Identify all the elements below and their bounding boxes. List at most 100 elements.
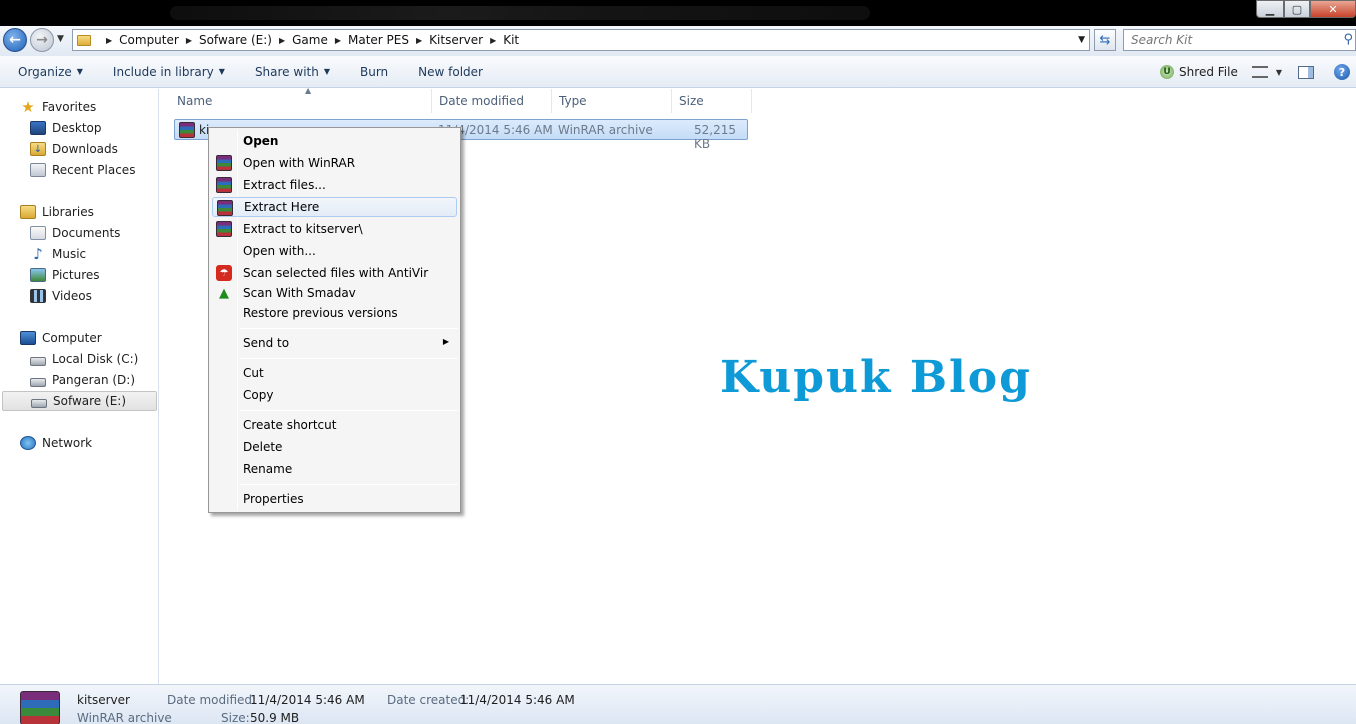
winrar-icon bbox=[216, 221, 232, 237]
menu-label: Extract files... bbox=[243, 178, 326, 192]
menu-item-restore-previous-versions[interactable]: Restore previous versions bbox=[212, 303, 457, 323]
nav-downloads[interactable]: ↓ Downloads bbox=[0, 139, 118, 159]
column-label: Size bbox=[679, 94, 704, 108]
share-with-button[interactable]: Share with ▼ bbox=[255, 65, 330, 79]
organize-button[interactable]: Organize ▼ bbox=[18, 65, 83, 79]
new-folder-label: New folder bbox=[418, 64, 483, 79]
new-folder-button[interactable]: New folder bbox=[418, 65, 483, 79]
menu-item-extract-files[interactable]: Extract files... bbox=[212, 175, 457, 195]
arrow-left-icon: ← bbox=[9, 32, 21, 48]
preview-pane-icon[interactable] bbox=[1298, 65, 1314, 79]
menu-item-delete[interactable]: Delete bbox=[212, 437, 457, 457]
details-size-label: Size: bbox=[221, 711, 250, 724]
shred-icon: U bbox=[1160, 65, 1175, 79]
network-icon bbox=[20, 436, 36, 450]
nav-label: Recent Places bbox=[52, 163, 136, 177]
include-in-library-label: Include in library bbox=[112, 64, 214, 79]
menu-item-open-with[interactable]: Open with... bbox=[212, 241, 457, 261]
menu-item-extract-here[interactable]: Extract Here bbox=[212, 197, 457, 217]
submenu-arrow-icon: ▶ bbox=[442, 337, 449, 346]
address-history-dropdown[interactable]: ▼ bbox=[1078, 35, 1085, 45]
menu-item-extract-to[interactable]: Extract to kitserver\ bbox=[212, 219, 457, 239]
nav-computer[interactable]: Computer bbox=[0, 328, 102, 348]
menu-item-create-shortcut[interactable]: Create shortcut bbox=[212, 415, 457, 435]
help-icon[interactable]: ? bbox=[1334, 64, 1350, 80]
downloads-icon: ↓ bbox=[30, 142, 46, 156]
column-label: Name bbox=[177, 94, 213, 108]
view-options-dropdown[interactable]: ▼ bbox=[1276, 68, 1282, 77]
caret-down-icon: ▼ bbox=[76, 67, 83, 76]
file-type: WinRAR archive bbox=[558, 123, 653, 137]
search-icon[interactable]: ⚲ bbox=[1343, 32, 1353, 47]
documents-icon bbox=[30, 226, 46, 240]
hard-drive-icon bbox=[30, 377, 46, 387]
nav-documents[interactable]: Documents bbox=[0, 223, 120, 243]
breadcrumb: ▶ Computer ▶ Sofware (E:) ▶ Game ▶ Mater… bbox=[99, 33, 519, 47]
nav-network[interactable]: Network bbox=[0, 433, 92, 453]
chevron-right-icon[interactable]: ▶ bbox=[186, 36, 192, 45]
change-view-icon[interactable] bbox=[1251, 66, 1268, 78]
column-header-size[interactable]: Size bbox=[672, 89, 752, 113]
organize-label: Organize bbox=[18, 64, 72, 79]
refresh-icon: ⇆ bbox=[1099, 32, 1111, 48]
menu-item-copy[interactable]: Copy bbox=[212, 385, 457, 405]
breadcrumb-computer[interactable]: Computer bbox=[119, 33, 179, 47]
menu-item-cut[interactable]: Cut bbox=[212, 363, 457, 383]
chevron-right-icon[interactable]: ▶ bbox=[490, 36, 496, 45]
nav-libraries[interactable]: Libraries bbox=[0, 202, 94, 222]
breadcrumb-game[interactable]: Game bbox=[292, 33, 328, 47]
nav-sofware-e[interactable]: Sofware (E:) bbox=[2, 391, 157, 411]
chevron-right-icon[interactable]: ▶ bbox=[279, 36, 285, 45]
close-button[interactable]: ✕ bbox=[1310, 0, 1356, 18]
breadcrumb-sofware-e[interactable]: Sofware (E:) bbox=[199, 33, 272, 47]
nav-desktop[interactable]: Desktop bbox=[0, 118, 102, 138]
menu-item-rename[interactable]: Rename bbox=[212, 459, 457, 479]
caret-down-icon: ▼ bbox=[218, 67, 225, 76]
menu-item-open-with-winrar[interactable]: Open with WinRAR bbox=[212, 153, 457, 173]
nav-recent-places[interactable]: Recent Places bbox=[0, 160, 135, 180]
winrar-icon bbox=[216, 155, 232, 171]
column-header-type[interactable]: Type bbox=[552, 89, 672, 113]
recent-pages-dropdown[interactable]: ▼ bbox=[57, 34, 64, 44]
hard-drive-icon bbox=[31, 398, 47, 408]
nav-videos[interactable]: Videos bbox=[0, 286, 92, 306]
nav-favorites[interactable]: ★ Favorites bbox=[0, 97, 96, 117]
breadcrumb-kit[interactable]: Kit bbox=[503, 33, 519, 47]
nav-music[interactable]: ♪ Music bbox=[0, 244, 86, 264]
nav-local-disk-c[interactable]: Local Disk (C:) bbox=[0, 349, 138, 369]
search-input[interactable] bbox=[1131, 33, 1331, 47]
nav-pictures[interactable]: Pictures bbox=[0, 265, 100, 285]
chevron-right-icon[interactable]: ▶ bbox=[416, 36, 422, 45]
back-button[interactable]: ← bbox=[3, 28, 27, 52]
column-header-name[interactable]: Name ▲ bbox=[170, 86, 432, 113]
breadcrumb-kitserver[interactable]: Kitserver bbox=[429, 33, 483, 47]
menu-item-scan-antivir[interactable]: ☂ Scan selected files with AntiVir bbox=[212, 263, 457, 283]
minimize-button[interactable]: ▁ bbox=[1256, 0, 1284, 18]
chevron-right-icon[interactable]: ▶ bbox=[106, 36, 112, 45]
chevron-right-icon[interactable]: ▶ bbox=[335, 36, 341, 45]
menu-label: Delete bbox=[243, 440, 283, 454]
forward-button[interactable]: → bbox=[30, 28, 54, 52]
address-bar[interactable]: ▶ Computer ▶ Sofware (E:) ▶ Game ▶ Mater… bbox=[72, 29, 1090, 51]
caret-down-icon: ▼ bbox=[323, 67, 330, 76]
column-header-date-modified[interactable]: Date modified bbox=[432, 89, 552, 113]
breadcrumb-mater-pes[interactable]: Mater PES bbox=[348, 33, 409, 47]
refresh-button[interactable]: ⇆ bbox=[1094, 29, 1116, 51]
include-in-library-button[interactable]: Include in library ▼ bbox=[113, 65, 225, 79]
nav-label: Desktop bbox=[52, 121, 102, 135]
shred-file-button[interactable]: U Shred File bbox=[1160, 65, 1238, 79]
menu-label: Extract Here bbox=[244, 200, 320, 214]
menu-item-send-to[interactable]: Send to ▶ bbox=[212, 333, 457, 353]
arrow-right-icon: → bbox=[36, 32, 48, 48]
menu-item-open[interactable]: Open bbox=[212, 131, 457, 151]
menu-item-properties[interactable]: Properties bbox=[212, 489, 457, 509]
maximize-button[interactable]: ▢ bbox=[1284, 0, 1310, 18]
burn-button[interactable]: Burn bbox=[360, 65, 388, 79]
nav-pangeran-d[interactable]: Pangeran (D:) bbox=[0, 370, 135, 390]
burn-label: Burn bbox=[360, 64, 389, 79]
details-file-name: kitserver bbox=[77, 693, 130, 707]
menu-item-scan-smadav[interactable]: ▲ Scan With Smadav bbox=[212, 283, 457, 303]
menu-separator bbox=[240, 410, 458, 411]
search-box[interactable]: ⚲ bbox=[1123, 29, 1356, 51]
share-with-label: Share with bbox=[254, 64, 319, 79]
